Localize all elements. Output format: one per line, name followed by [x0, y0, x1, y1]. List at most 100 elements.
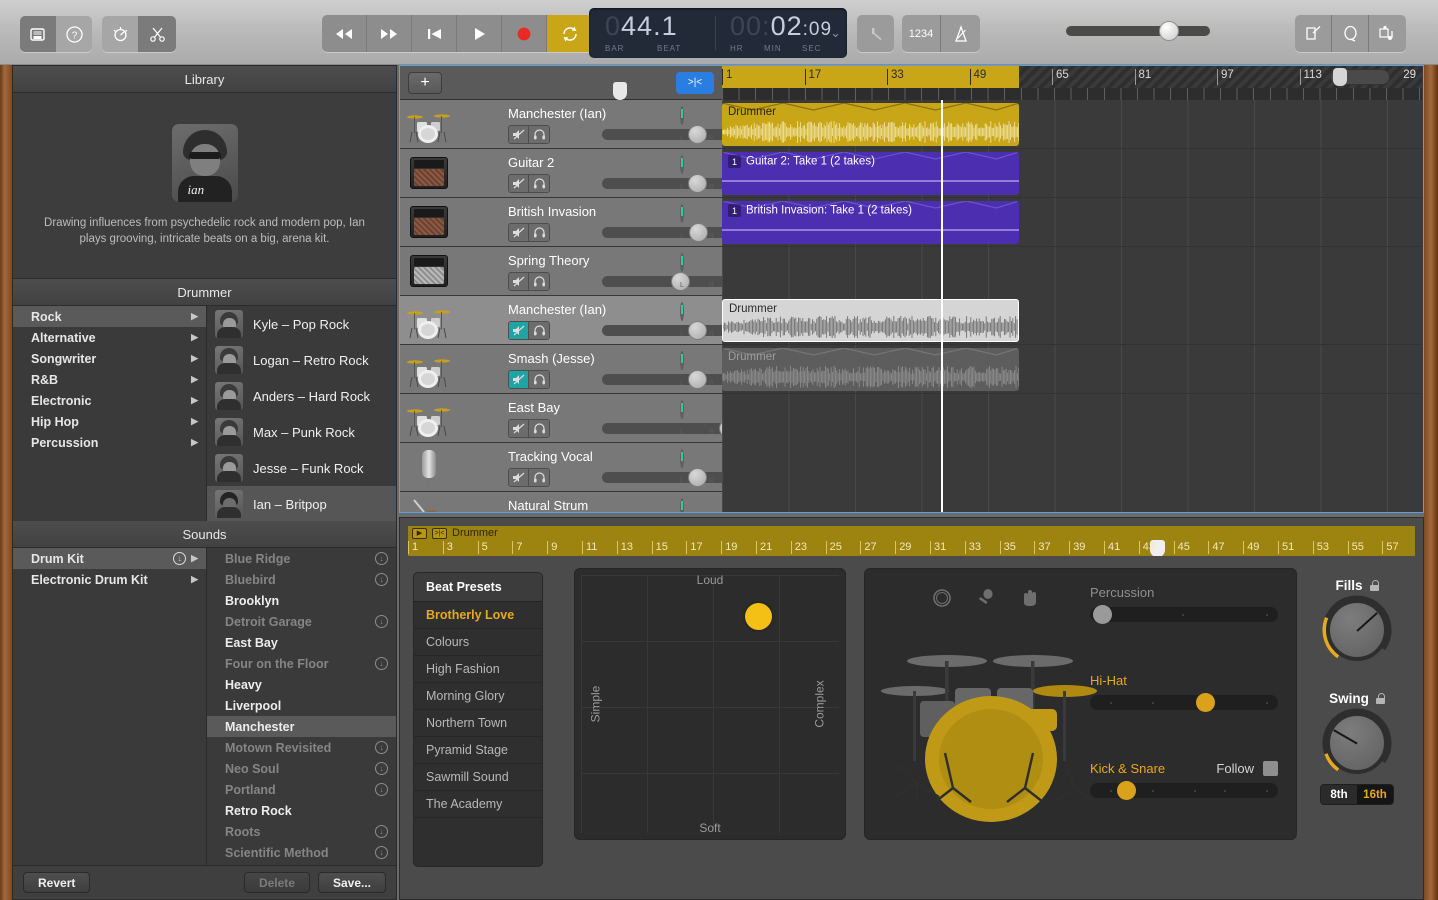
- hihat-slider-knob[interactable]: [1196, 693, 1215, 712]
- download-icon[interactable]: ↓: [375, 741, 388, 754]
- fast-forward-button[interactable]: [367, 15, 412, 52]
- rewind-button[interactable]: [322, 15, 367, 52]
- record-button[interactable]: [502, 15, 547, 52]
- timeline-lane[interactable]: 1British Invasion: Take 1 (2 takes): [722, 198, 1422, 247]
- timeline-lane[interactable]: Drummer: [722, 345, 1422, 394]
- chevron-down-icon[interactable]: ⌄: [830, 25, 841, 41]
- drummer-item-max[interactable]: Max – Punk Rock: [207, 414, 396, 450]
- kick-snare-slider-knob[interactable]: [1117, 781, 1136, 800]
- kit-list[interactable]: Drum Kit↓▶Electronic Drum Kit▶: [13, 548, 207, 865]
- sound-preset-four-on-the-floor[interactable]: Four on the Floor↓: [207, 653, 396, 674]
- genre-list[interactable]: Rock▶Alternative▶Songwriter▶R&B▶Electron…: [13, 306, 207, 521]
- download-icon[interactable]: ↓: [375, 846, 388, 859]
- sound-preset-roots[interactable]: Roots↓: [207, 821, 396, 842]
- solo-button[interactable]: [529, 224, 549, 241]
- add-track-button[interactable]: +: [408, 72, 442, 94]
- beat-preset-morning-glory[interactable]: Morning Glory: [414, 683, 542, 710]
- fills-knob[interactable]: [1326, 599, 1388, 661]
- track-header[interactable]: Smash (Jesse)LR: [400, 345, 722, 394]
- drummer-item-jesse[interactable]: Jesse – Funk Rock: [207, 450, 396, 486]
- download-icon[interactable]: ↓: [173, 552, 186, 565]
- master-volume-knob[interactable]: [1159, 21, 1179, 41]
- sound-preset-list[interactable]: Blue Ridge↓Bluebird↓BrooklynDetroit Gara…: [207, 548, 396, 865]
- region[interactable]: Drummer: [722, 103, 1019, 146]
- sound-preset-portland[interactable]: Portland↓: [207, 779, 396, 800]
- track-header[interactable]: Tracking VocalLR: [400, 443, 722, 492]
- count-in-button[interactable]: 1234: [902, 15, 941, 52]
- drummer-item-logan[interactable]: Logan – Retro Rock: [207, 342, 396, 378]
- metronome-button[interactable]: [941, 15, 980, 52]
- beat-preset-pyramid-stage[interactable]: Pyramid Stage: [414, 737, 542, 764]
- sound-preset-brooklyn[interactable]: Brooklyn: [207, 590, 396, 611]
- smart-controls-button[interactable]: [102, 16, 139, 52]
- kit-item-electronic-drum-kit[interactable]: Electronic Drum Kit▶: [13, 569, 206, 590]
- mute-button[interactable]: [509, 322, 529, 339]
- pan-knob[interactable]: LR: [680, 108, 714, 142]
- solo-button[interactable]: [529, 420, 549, 437]
- beat-preset-colours[interactable]: Colours: [414, 629, 542, 656]
- track-header[interactable]: Spring TheoryLR: [400, 247, 722, 296]
- kit-item-drum-kit[interactable]: Drum Kit↓▶: [13, 548, 206, 569]
- kick-snare-slider[interactable]: [1090, 783, 1278, 798]
- track-header[interactable]: Guitar 2LR: [400, 149, 722, 198]
- genre-item-r-b[interactable]: R&B▶: [13, 369, 206, 390]
- genre-item-songwriter[interactable]: Songwriter▶: [13, 348, 206, 369]
- genre-item-percussion[interactable]: Percussion▶: [13, 432, 206, 453]
- solo-button[interactable]: [529, 371, 549, 388]
- region[interactable]: 1Guitar 2: Take 1 (2 takes): [722, 152, 1019, 195]
- download-icon[interactable]: ↓: [375, 552, 388, 565]
- mute-button[interactable]: [509, 469, 529, 486]
- play-button[interactable]: [457, 15, 502, 52]
- beat-preset-sawmill-sound[interactable]: Sawmill Sound: [414, 764, 542, 791]
- help-button[interactable]: ?: [56, 16, 92, 52]
- sound-preset-liverpool[interactable]: Liverpool: [207, 695, 396, 716]
- beat-preset-northern-town[interactable]: Northern Town: [414, 710, 542, 737]
- beat-preset-high-fashion[interactable]: High Fashion: [414, 656, 542, 683]
- percussion-slider-knob[interactable]: [1093, 605, 1112, 624]
- download-icon[interactable]: ↓: [375, 762, 388, 775]
- genre-item-alternative[interactable]: Alternative▶: [13, 327, 206, 348]
- pan-knob[interactable]: LR: [680, 157, 714, 191]
- timeline-lane[interactable]: 1Guitar 2: Take 1 (2 takes): [722, 149, 1422, 198]
- zoom-slider[interactable]: [1330, 69, 1390, 85]
- zoom-knob[interactable]: [1333, 68, 1347, 86]
- sound-preset-neo-soul[interactable]: Neo Soul↓: [207, 758, 396, 779]
- beat-preset-the-academy[interactable]: The Academy: [414, 791, 542, 818]
- genre-item-rock[interactable]: Rock▶: [13, 306, 206, 327]
- beat-presets-list[interactable]: Brotherly LoveColoursHigh FashionMorning…: [414, 602, 542, 818]
- master-volume-slider[interactable]: [1066, 26, 1210, 36]
- pan-knob[interactable]: LR: [680, 206, 714, 240]
- loop-browser-button[interactable]: [1332, 15, 1369, 52]
- pan-knob[interactable]: LR: [680, 353, 714, 387]
- lcd-display[interactable]: 044.1 BARBEAT 00:02:09 HRMINSEC ⌄: [589, 8, 847, 58]
- mute-button[interactable]: [509, 175, 529, 192]
- timeline-lane[interactable]: Drummer: [722, 100, 1422, 149]
- tuner-button[interactable]: [857, 15, 894, 52]
- download-icon[interactable]: ↓: [375, 657, 388, 670]
- drummer-item-anders[interactable]: Anders – Hard Rock: [207, 378, 396, 414]
- editors-button[interactable]: [139, 16, 176, 52]
- playhead-handle[interactable]: [613, 82, 627, 100]
- sound-preset-manchester[interactable]: Manchester: [207, 716, 396, 737]
- lock-icon[interactable]: [1376, 693, 1385, 704]
- download-icon[interactable]: ↓: [375, 573, 388, 586]
- lock-icon[interactable]: [1370, 580, 1379, 591]
- sound-preset-scientific-method[interactable]: Scientific Method↓: [207, 842, 396, 863]
- sound-preset-blue-ridge[interactable]: Blue Ridge↓: [207, 548, 396, 569]
- mute-button[interactable]: [509, 273, 529, 290]
- xy-puck[interactable]: [745, 603, 772, 630]
- pan-knob[interactable]: LR: [680, 255, 714, 289]
- track-header[interactable]: Manchester (Ian)LR: [400, 296, 722, 345]
- sound-preset-east-bay[interactable]: East Bay: [207, 632, 396, 653]
- swing-knob[interactable]: [1326, 712, 1388, 774]
- track-header[interactable]: British InvasionLR: [400, 198, 722, 247]
- cycle-button[interactable]: [547, 15, 592, 52]
- pan-knob[interactable]: LR: [680, 500, 714, 512]
- mute-button[interactable]: [509, 371, 529, 388]
- solo-button[interactable]: [529, 322, 549, 339]
- timeline-lane[interactable]: Drummer: [722, 296, 1422, 345]
- notepad-button[interactable]: [1295, 15, 1332, 52]
- solo-button[interactable]: [529, 175, 549, 192]
- save-button[interactable]: Save...: [318, 872, 386, 893]
- track-header[interactable]: Manchester (Ian)LR: [400, 100, 722, 149]
